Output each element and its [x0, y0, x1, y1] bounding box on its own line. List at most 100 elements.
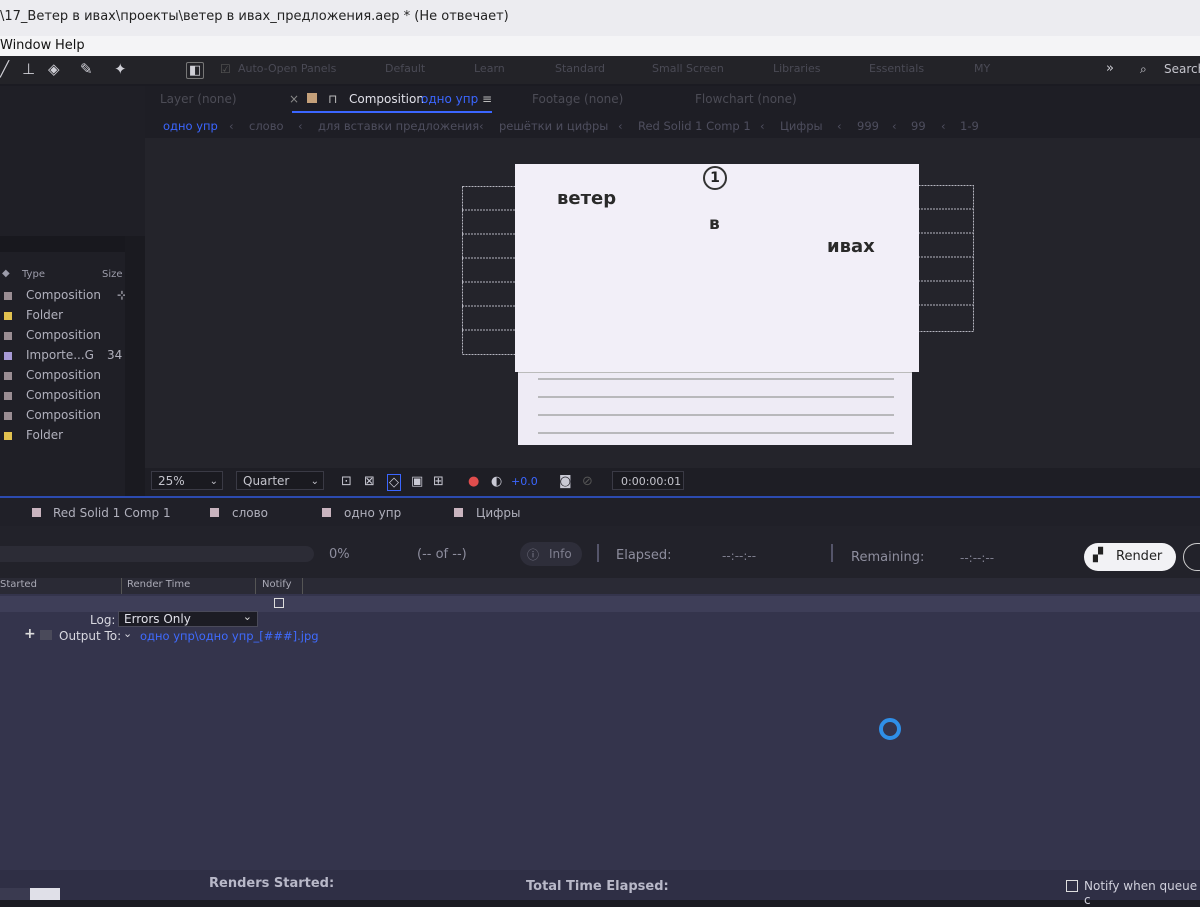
tab-layer[interactable]: Layer (none)	[160, 92, 237, 106]
tab-odno-upr[interactable]: одно упр	[344, 506, 401, 520]
column-type[interactable]: Type	[22, 269, 45, 280]
resolution-dropdown[interactable]: Quarter ⌄	[236, 471, 324, 490]
tab-red-solid[interactable]: Red Solid 1 Comp 1	[53, 506, 171, 520]
workspace-my[interactable]: MY	[974, 62, 990, 75]
workspace-small-screen[interactable]: Small Screen	[652, 62, 724, 75]
fast-previews-icon[interactable]: ⊡	[341, 474, 352, 489]
info-label: Info	[549, 547, 572, 561]
render-progress-bar	[0, 546, 314, 562]
breadcrumb-item[interactable]: Red Solid 1 Comp 1	[638, 119, 751, 133]
menu-help[interactable]: Help	[55, 38, 85, 53]
number-badge: 1	[703, 166, 727, 190]
tab-flowchart[interactable]: Flowchart (none)	[695, 92, 797, 106]
notify-queue-checkbox[interactable]	[1066, 880, 1078, 892]
media-encoder-button[interactable]	[1183, 543, 1200, 571]
zoom-dropdown[interactable]: 25% ⌄	[151, 471, 223, 490]
composition-navigator: одно упр ‹ слово ‹ для вставки предложен…	[145, 114, 1200, 138]
notify-checkbox[interactable]	[274, 598, 284, 608]
composition-viewer[interactable]: 1 ветер в ивах	[145, 138, 1200, 468]
exposure-value[interactable]: +0.0	[511, 475, 538, 488]
project-item[interactable]: Folder	[0, 308, 63, 328]
project-search-field[interactable]	[0, 236, 125, 252]
exposure-reset-icon[interactable]: ◐	[491, 474, 502, 489]
render-button[interactable]: ▞ Render	[1084, 543, 1176, 571]
project-item[interactable]: Composition	[0, 288, 101, 308]
roto-brush-tool-icon[interactable]: ✎	[80, 60, 93, 78]
transparency-grid-icon[interactable]: ⊠	[364, 474, 375, 489]
column-render-time[interactable]: Render Time	[127, 579, 190, 590]
output-path-link[interactable]: одно упр\одно упр_[###].jpg	[140, 629, 319, 643]
column-started[interactable]: Started	[0, 579, 37, 590]
project-item[interactable]: Folder	[0, 428, 63, 448]
align-panel-icon[interactable]: ◧	[186, 62, 205, 79]
tab-footage[interactable]: Footage (none)	[532, 92, 623, 106]
log-label: Log:	[90, 613, 116, 627]
render-flag-icon: ▞	[1093, 548, 1103, 563]
breadcrumb-item[interactable]: 99	[911, 119, 926, 133]
composition-canvas[interactable]: 1 ветер в ивах	[515, 164, 919, 372]
queue-item-row[interactable]	[0, 596, 1200, 612]
tab-composition-label[interactable]: Composition	[349, 92, 424, 106]
column-notify[interactable]: Notify	[262, 579, 292, 590]
workspace-libraries[interactable]: Libraries	[773, 62, 821, 75]
label-color-swatch	[4, 331, 12, 340]
label-color-swatch	[4, 391, 12, 400]
grid-left	[462, 186, 522, 356]
channels-icon[interactable]: ●	[468, 474, 479, 489]
label-color-swatch	[4, 371, 12, 380]
workspace-essentials[interactable]: Essentials	[869, 62, 924, 75]
puppet-pin-tool-icon[interactable]: ✦	[114, 60, 127, 78]
project-item[interactable]: Composition	[0, 328, 101, 348]
breadcrumb-item[interactable]: решётки и цифры	[499, 119, 608, 133]
project-scrollbar[interactable]	[125, 236, 145, 496]
breadcrumb-item[interactable]: 999	[857, 119, 879, 133]
output-label: Output To:	[59, 629, 122, 643]
total-time-label: Total Time Elapsed:	[526, 879, 669, 894]
project-item-type: Composition	[26, 368, 101, 382]
chevron-down-icon: ⌄	[310, 476, 319, 487]
lock-icon[interactable]: ⊓	[328, 92, 337, 106]
close-tab-icon[interactable]: ×	[289, 92, 299, 106]
breadcrumb-item[interactable]: для вставки предложения	[318, 119, 479, 133]
notify-queue-label: Notify when queue c	[1084, 879, 1198, 907]
workspace-default[interactable]: Default	[385, 62, 425, 75]
mask-path-icon[interactable]: ◇	[387, 474, 401, 491]
workspace-learn[interactable]: Learn	[474, 62, 505, 75]
search-help-label[interactable]: Search	[1164, 62, 1200, 76]
label-tag-icon: ◆	[2, 268, 10, 279]
workspace-overflow-icon[interactable]: »	[1106, 61, 1114, 76]
label-color-swatch	[4, 351, 12, 360]
breadcrumb-item[interactable]: слово	[249, 119, 284, 133]
brush-tool-icon[interactable]: ╱	[0, 60, 9, 78]
breadcrumb-item[interactable]: Цифры	[780, 119, 823, 133]
region-of-interest-icon[interactable]: ▣	[411, 474, 423, 489]
add-output-icon[interactable]: +	[24, 626, 36, 642]
project-item[interactable]: Composition	[0, 408, 101, 428]
current-time-field[interactable]: 0:00:00:01	[612, 471, 684, 490]
tab-tsifry[interactable]: Цифры	[476, 506, 520, 520]
search-icon[interactable]: ⌕	[1140, 62, 1147, 77]
column-size[interactable]: Size	[102, 269, 123, 280]
eraser-tool-icon[interactable]: ◈	[48, 60, 60, 78]
render-progress-row: 0% (-- of --) ⓘ Info Elapsed: --:--:-- R…	[0, 526, 1200, 578]
workspace-standard[interactable]: Standard	[555, 62, 605, 75]
auto-open-checkbox[interactable]: ☑	[220, 62, 231, 76]
snapshot-camera-icon[interactable]: ◙	[559, 474, 572, 489]
log-dropdown[interactable]: Errors Only ⌄	[118, 610, 258, 627]
label-color-swatch	[4, 431, 12, 440]
remove-output-icon[interactable]	[40, 630, 52, 640]
chevron-down-icon[interactable]: ⌄	[123, 627, 132, 640]
grid-guides-icon[interactable]: ⊞	[433, 474, 444, 489]
info-button[interactable]: ⓘ Info	[520, 542, 582, 566]
clone-stamp-tool-icon[interactable]: ⊥	[22, 60, 35, 78]
menu-window[interactable]: Window	[0, 38, 51, 53]
project-item[interactable]: Importe...G 34	[0, 348, 122, 368]
tab-slovo[interactable]: слово	[232, 506, 268, 520]
breadcrumb-item[interactable]: одно упр	[163, 119, 218, 133]
show-snapshot-icon[interactable]: ⊘	[582, 474, 593, 489]
breadcrumb-item[interactable]: 1-9	[960, 119, 979, 133]
tab-composition-name[interactable]: одно упр	[421, 92, 478, 106]
project-item[interactable]: Composition	[0, 388, 101, 408]
project-item[interactable]: Composition	[0, 368, 101, 388]
panel-menu-icon[interactable]: ≡	[482, 92, 492, 106]
